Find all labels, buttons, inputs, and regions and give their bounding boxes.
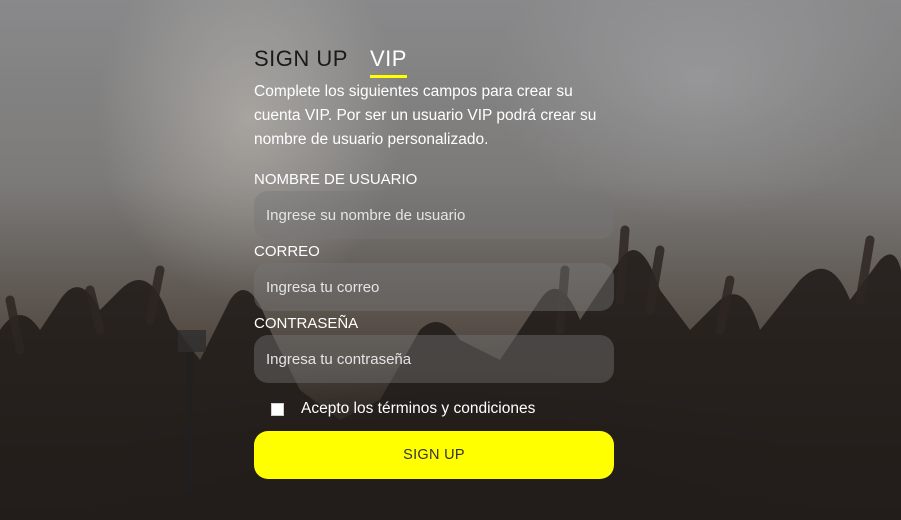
form-description: Complete los siguientes campos para crea… [254, 83, 597, 148]
vip-signup-form: SIGN UP VIP Complete los siguientes camp… [254, 38, 614, 479]
sign-up-button[interactable]: SIGN UP [254, 431, 614, 479]
email-input[interactable] [254, 263, 614, 311]
email-label: CORREO [254, 243, 320, 260]
password-input[interactable] [254, 335, 614, 383]
terms-label[interactable]: Acepto los términos y condiciones [301, 400, 535, 418]
tab-sign-up[interactable]: SIGN UP [254, 46, 348, 76]
tab-vip[interactable]: VIP [369, 46, 407, 78]
tab-bar: SIGN UP VIP [254, 38, 614, 78]
username-input[interactable] [254, 191, 614, 239]
password-label: CONTRASEÑA [254, 315, 359, 332]
terms-row: Acepto los términos y condiciones [254, 397, 614, 421]
username-label: NOMBRE DE USUARIO [254, 171, 418, 188]
terms-checkbox[interactable] [271, 402, 284, 416]
